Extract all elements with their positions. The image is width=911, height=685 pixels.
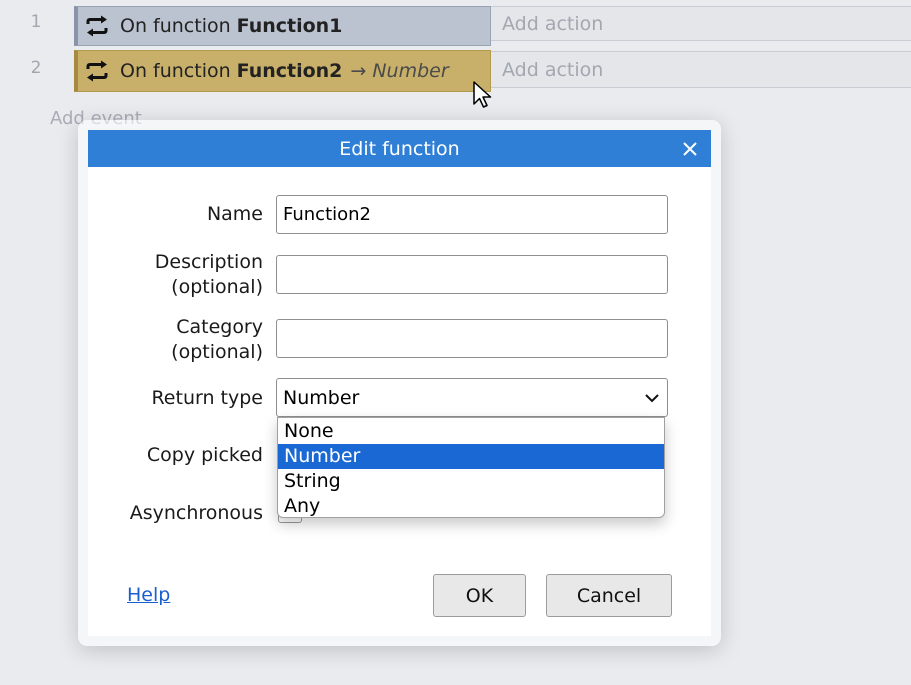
loop-arrows-icon [86,60,108,82]
return-arrow: → [350,60,367,82]
description-label-line2: (optional) [171,276,263,298]
event-prefix: On function [120,15,231,37]
mouse-cursor-icon [473,81,492,108]
category-label: Category (optional) [171,315,263,365]
return-type-dropdown-list: None Number String Any [277,417,665,518]
event-row-number: 1 [30,12,42,32]
category-label-line2: (optional) [171,341,263,363]
event-prefix: On function [120,60,231,82]
category-input[interactable] [276,319,668,358]
cancel-button[interactable]: Cancel [546,574,672,617]
option-none[interactable]: None [278,419,664,444]
option-any[interactable]: Any [278,494,664,519]
name-label: Name [206,203,263,225]
dialog-title: Edit function [339,137,460,160]
dialog-titlebar: Edit function [88,130,711,167]
return-type-select[interactable]: Number [276,378,668,417]
return-type-label: Number [372,60,449,82]
copy-picked-label: Copy picked [146,444,263,466]
function-name: Function1 [236,15,343,37]
event-function1[interactable]: On function Function1 [74,6,491,46]
description-label: Description (optional) [155,250,263,300]
return-type-selected-value: Number [283,386,360,409]
close-button[interactable] [677,136,703,162]
event-function2[interactable]: On function Function2 → Number [74,50,491,92]
asynchronous-label: Asynchronous [129,502,263,524]
description-label-line1: Description [154,251,263,273]
return-type-label: Return type [151,387,263,409]
help-link[interactable]: Help [127,584,170,606]
add-action-cell[interactable]: Add action [491,6,911,41]
close-icon [683,142,697,156]
category-label-line1: Category [176,316,263,338]
event-row-number: 2 [30,58,42,78]
ok-button[interactable]: OK [433,574,526,617]
option-number[interactable]: Number [278,444,664,469]
loop-arrows-icon [86,15,108,37]
chevron-down-icon [645,394,659,403]
option-string[interactable]: String [278,469,664,494]
edit-function-dialog: Edit function Name Description (optional… [88,130,711,636]
add-action-cell[interactable]: Add action [491,51,911,88]
function-name: Function2 [236,60,343,82]
name-input[interactable] [276,195,668,234]
description-input[interactable] [276,255,668,294]
